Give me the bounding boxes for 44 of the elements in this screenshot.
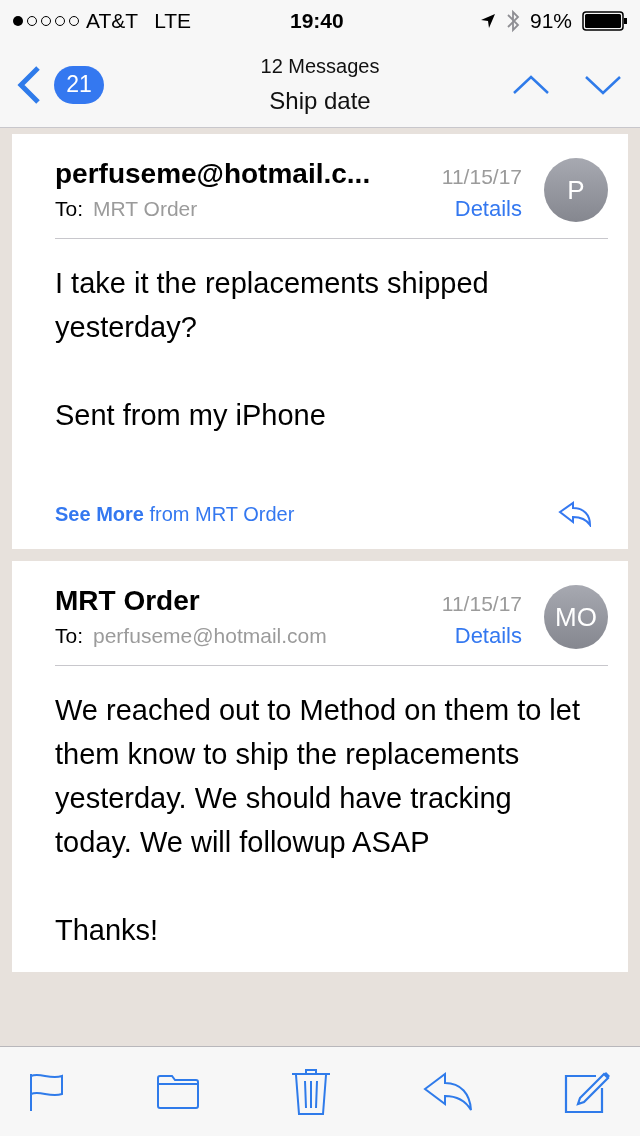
signal-strength-icon	[12, 15, 80, 27]
previous-message-button[interactable]	[512, 74, 550, 95]
message-date: 11/15/17	[441, 164, 522, 190]
sender-name: perfuseme@hotmail.c...	[55, 157, 372, 191]
recipient: perfuseme@hotmail.com	[93, 623, 327, 649]
flag-button[interactable]	[28, 1071, 64, 1112]
details-link[interactable]: Details	[454, 619, 522, 653]
battery-percent: 91%	[529, 8, 572, 35]
reply-button[interactable]	[422, 1071, 473, 1112]
move-to-folder-button[interactable]	[155, 1073, 200, 1110]
up-chevron-icon	[512, 74, 550, 95]
trash-icon	[291, 1067, 331, 1116]
trash-button[interactable]	[291, 1067, 331, 1116]
see-more-link[interactable]: See More from MRT Order	[55, 499, 295, 529]
to-label: To:	[55, 196, 83, 222]
folder-icon	[155, 1073, 200, 1110]
reply-button[interactable]	[558, 501, 592, 527]
reply-arrow-icon	[422, 1071, 473, 1112]
sender-name: MRT Order	[55, 584, 201, 618]
message-body: I take it the replacements shipped yesterday? Sent from my iPhone	[55, 266, 490, 433]
compose-icon	[564, 1069, 612, 1114]
next-message-button[interactable]	[584, 74, 622, 95]
flag-icon	[28, 1071, 64, 1112]
back-chevron-icon	[16, 64, 42, 105]
to-label: To:	[55, 623, 83, 649]
avatar-initials: MO	[544, 585, 608, 649]
clock-time: 19:40	[290, 8, 344, 35]
message-date: 11/15/17	[441, 591, 522, 617]
location-arrow-icon	[479, 13, 496, 29]
network-type: LTE	[154, 8, 192, 35]
thread-title: Ship date	[269, 85, 371, 116]
back-button[interactable]: 21	[16, 64, 104, 105]
avatar-initials: P	[544, 158, 608, 222]
bluetooth-icon	[505, 9, 520, 33]
battery-icon	[582, 11, 628, 31]
message-count: 12 Messages	[260, 53, 380, 79]
message-body: We reached out to Method on them to let them know to ship the replacements yesterday. We should have tracking today. We will followup ASAP Thanks!	[55, 693, 581, 948]
reply-arrow-icon	[558, 501, 592, 527]
down-chevron-icon	[584, 74, 622, 95]
recipient: MRT Order	[93, 196, 198, 222]
unread-count-badge: 21	[54, 65, 104, 104]
carrier-name: AT&T	[86, 8, 139, 35]
compose-button[interactable]	[564, 1069, 612, 1114]
details-link[interactable]: Details	[454, 192, 522, 226]
